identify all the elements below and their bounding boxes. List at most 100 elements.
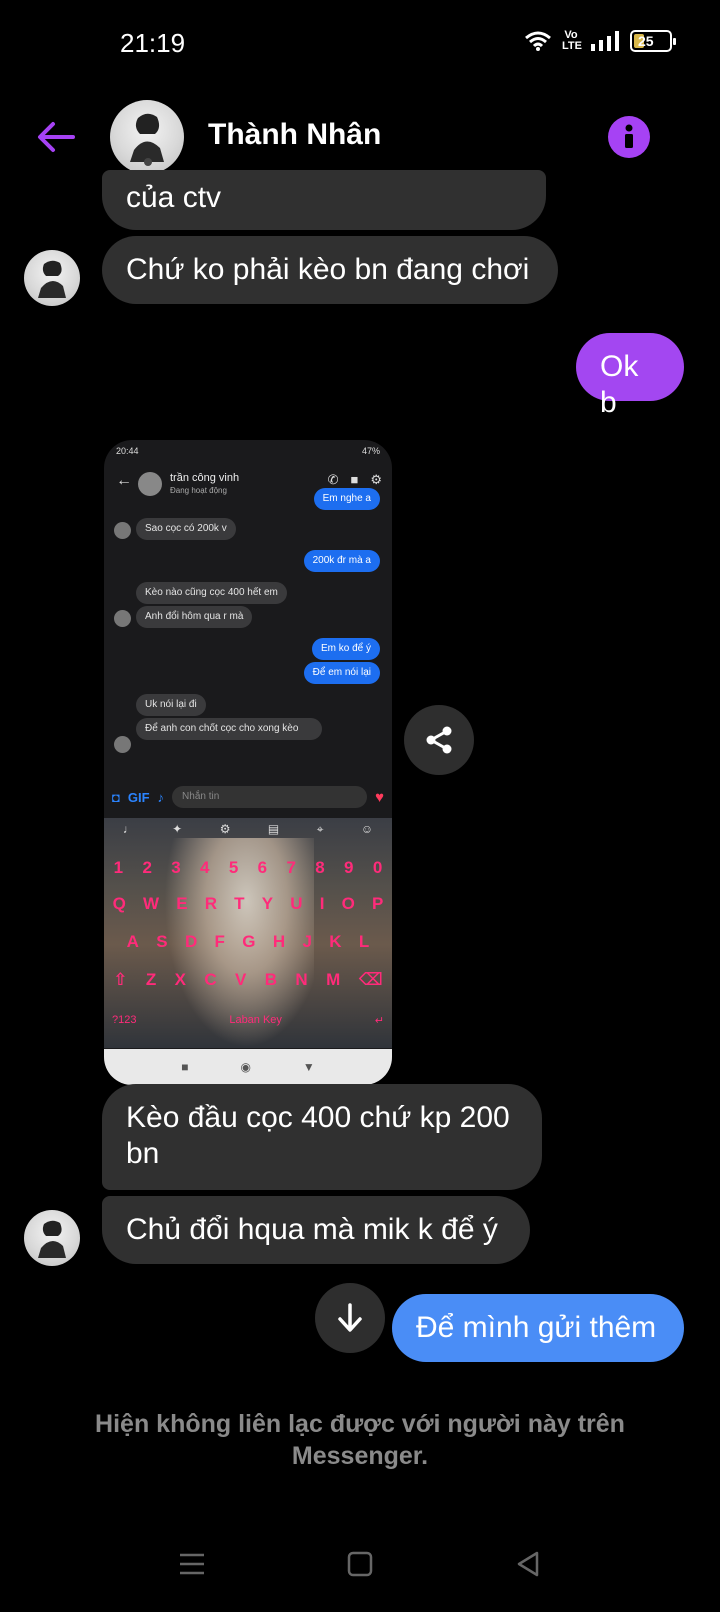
attachment-back-icon: ← (116, 472, 132, 489)
attachment-message-field: Nhắn tin (172, 786, 368, 808)
mic-icon: ♪ (157, 789, 165, 805)
recent-apps-icon: ■ (181, 1060, 189, 1074)
attachment-message: 200k đr mà a (303, 550, 380, 572)
keyboard-key: 2 (142, 858, 152, 877)
menu-button[interactable] (172, 1544, 212, 1584)
keyboard-row-numbers: 1234567890 (104, 858, 392, 878)
scroll-to-bottom-button[interactable] (315, 1283, 385, 1353)
attachment-message: Uk nói lại đi (136, 694, 206, 716)
message-bubble-incoming[interactable]: Chứ ko phải kèo bn đang chơi (102, 236, 558, 304)
message-bubble-incoming[interactable]: Kèo đầu cọc 400 chứ kp 200 bn (102, 1084, 542, 1190)
keyboard-key: ⇧ (113, 970, 128, 989)
keyboard-key: S (156, 932, 168, 951)
keyboard-key: Q (112, 894, 126, 913)
message-bubble-incoming[interactable]: của ctv (102, 170, 546, 230)
keyboard-key: R (204, 894, 217, 913)
share-button[interactable] (404, 705, 474, 775)
back-icon: ▼ (302, 1060, 315, 1074)
contact-name[interactable]: Thành Nhân (208, 118, 381, 152)
keyboard-key: N (295, 970, 308, 989)
attachment-message: Để anh con chốt cọc cho xong kèo (136, 718, 322, 740)
contact-avatar[interactable] (110, 100, 184, 174)
image-attachment[interactable]: 20:44 47% ← trần công vinh Đang hoạt độn… (104, 440, 392, 1085)
signal-icon (591, 31, 619, 51)
attachment-message: Để em nói lại (303, 662, 380, 684)
attachment-message: Kèo nào cũng cọc 400 hết em (136, 582, 287, 604)
keyboard-key: 4 (200, 858, 210, 877)
attachment-contact-status: Đang hoạt động (170, 486, 227, 495)
theme-icon: ✦ (172, 822, 183, 836)
back-nav-button[interactable] (508, 1544, 548, 1584)
keyboard-key: X (174, 970, 186, 989)
contact-unavailable-notice: Hiện không liên lạc được với người này t… (95, 1410, 625, 1470)
keyboard-key: V (235, 970, 247, 989)
gear-icon: ⚙ (370, 472, 382, 487)
keyboard-key: K (329, 932, 342, 951)
attachment-status-battery: 47% (361, 446, 380, 456)
message-text: Để mình gửi thêm (416, 1311, 657, 1344)
message-bubble-incoming[interactable]: Chủ đổi hqua mà mik k để ý (102, 1196, 530, 1264)
keyboard-key: 9 (344, 858, 354, 877)
message-bubble-outgoing[interactable]: Ok b (576, 333, 684, 419)
keyboard-row-2: ASDFGHJKL (104, 932, 392, 952)
volte-label: Vo LTE (562, 29, 582, 52)
status-bar: 21:19 Vo LTE 25 (0, 0, 720, 90)
emoji-icon: ☺ (360, 822, 374, 836)
mic-icon: ♩ (122, 822, 135, 836)
keyboard-key: O (341, 894, 355, 913)
info-button[interactable] (608, 116, 650, 158)
keyboard-key: Z (145, 970, 157, 989)
keyboard-row-3: ⇧ Z X C V B N M ⌫ (104, 970, 392, 990)
camera-icon: ◘ (112, 789, 120, 805)
attachment-mini-avatar (114, 610, 131, 627)
keyboard-key: J (302, 932, 312, 951)
keyboard-toolbar: ♩ ✦ ⚙ ▤ ⌖ ☺ (104, 822, 392, 837)
keyboard-key: 8 (315, 858, 325, 877)
mode-key: ?123 (112, 1014, 137, 1026)
attachment-mini-avatar (114, 736, 131, 753)
attachment-status-time: 20:44 (116, 446, 139, 456)
share-icon (426, 726, 452, 754)
attachment-mini-avatar (114, 522, 131, 539)
attachment-status-bar: 20:44 47% (104, 440, 392, 464)
home-icon: ◉ (240, 1060, 251, 1074)
keyboard-key: 7 (286, 858, 296, 877)
attachment-message: Sao cọc có 200k v (136, 518, 236, 540)
message-text: Chứ ko phải kèo bn đang chơi (126, 253, 530, 286)
status-time: 21:19 (120, 28, 186, 58)
attachment-message: Em ko để ý (311, 638, 380, 660)
enter-key: ↵ (374, 1015, 384, 1027)
attachment-contact-name: trần công vinh (170, 472, 240, 484)
keyboard-key: B (264, 970, 278, 989)
keyboard-key: D (184, 932, 198, 951)
attachment-composer: ◘ GIF ♪ Nhắn tin ♥ (104, 780, 392, 814)
attachment-header-icons: ✆ ■ ⚙ (328, 472, 382, 488)
gif-icon: GIF (127, 789, 150, 805)
system-nav-bar (0, 1530, 720, 1600)
arrow-down-icon (338, 1303, 362, 1332)
wifi-icon (525, 31, 551, 51)
keyboard-key: 0 (372, 858, 383, 877)
keyboard-row-1: QWERTYUIOP (104, 894, 392, 914)
keyboard-key: I (319, 894, 325, 913)
home-icon (347, 1551, 373, 1577)
home-button[interactable] (340, 1544, 380, 1584)
settings-icon: ⚙ (219, 822, 231, 836)
message-text: của ctv (126, 181, 222, 214)
keyboard-key: 5 (228, 858, 239, 877)
battery-level: 25 (638, 33, 654, 49)
message-bubble-outgoing[interactable]: Để mình gửi thêm (392, 1294, 684, 1362)
sender-avatar[interactable] (24, 250, 80, 306)
sender-avatar[interactable] (24, 1210, 80, 1266)
clipboard-icon: ▤ (267, 822, 280, 836)
back-button[interactable] (30, 112, 80, 162)
keyboard-key: 1 (113, 858, 124, 877)
attachment-nav-bar: ■ ◉ ▼ (104, 1049, 392, 1085)
keyboard-brand: Laban Key (229, 1014, 282, 1026)
attachment-message: Anh đổi hôm qua r mà (136, 606, 253, 628)
back-arrow-icon (38, 122, 75, 152)
attachment-keyboard: ♩ ✦ ⚙ ▤ ⌖ ☺ 1234567890 QWERTYUIOP ASDFGH… (104, 818, 392, 1048)
back-triangle-icon (517, 1551, 539, 1577)
video-icon: ■ (350, 472, 359, 487)
keyboard-key: W (142, 894, 160, 913)
